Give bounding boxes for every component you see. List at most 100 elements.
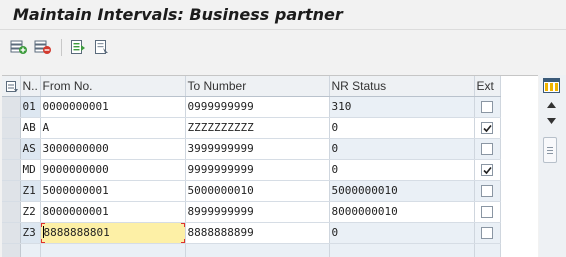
column-header-from-no[interactable]: From No. bbox=[40, 76, 186, 97]
ext-cell bbox=[474, 201, 501, 223]
change-details-button[interactable] bbox=[92, 37, 112, 57]
range-number-cell: AS bbox=[20, 138, 41, 160]
from-number-value: 8000000001 bbox=[42, 205, 109, 218]
range-number-cell: AB bbox=[20, 117, 41, 139]
range-number-cell: MD bbox=[20, 159, 41, 181]
row-selector[interactable] bbox=[2, 201, 21, 223]
nr-status-value: 5000000010 bbox=[331, 184, 398, 197]
ext-cell bbox=[474, 180, 501, 202]
row-selector[interactable] bbox=[2, 222, 21, 244]
row-selector[interactable] bbox=[2, 180, 21, 202]
nr-status-field[interactable]: 0 bbox=[329, 159, 475, 181]
row-selector[interactable] bbox=[2, 159, 21, 181]
change-details-icon bbox=[95, 40, 108, 54]
ext-checkbox[interactable] bbox=[481, 143, 493, 155]
range-number-cell: Z3 bbox=[20, 222, 41, 244]
column-header-ext[interactable]: Ext bbox=[474, 76, 501, 97]
to-number-field[interactable]: 0999999999 bbox=[185, 96, 330, 118]
ext-cell bbox=[474, 159, 501, 181]
nr-status-value: 0 bbox=[331, 226, 339, 239]
to-number-field[interactable]: ZZZZZZZZZZ bbox=[185, 117, 330, 139]
display-details-icon bbox=[71, 40, 85, 54]
table-row: AB A ZZZZZZZZZZ 0 bbox=[2, 117, 501, 139]
nr-status-value: 0 bbox=[331, 142, 339, 155]
table-row: 01 0000000001 0999999999 310 bbox=[2, 96, 501, 118]
table-row: MD 9000000000 9999999999 0 bbox=[2, 159, 501, 181]
from-number-value: 0000000001 bbox=[42, 100, 109, 113]
from-number-value: 3000000000 bbox=[42, 142, 109, 155]
to-number-field[interactable]: 8888888899 bbox=[185, 222, 330, 244]
column-settings-icon bbox=[543, 78, 560, 93]
nr-status-field[interactable]: 0 bbox=[329, 222, 475, 244]
row-selector[interactable] bbox=[2, 138, 21, 160]
range-number-cell: 01 bbox=[20, 96, 41, 118]
nr-status-field[interactable]: 310 bbox=[329, 96, 475, 118]
ext-checkbox[interactable] bbox=[481, 164, 493, 176]
table-header: N.. From No. To Number NR Status Ext bbox=[2, 76, 501, 97]
to-number-value: 0999999999 bbox=[187, 100, 254, 113]
ext-checkbox[interactable] bbox=[481, 227, 493, 239]
nr-status-field[interactable]: 8000000010 bbox=[329, 201, 475, 223]
table-side-panel bbox=[539, 75, 566, 257]
from-number-field[interactable]: 8000000001 bbox=[40, 201, 186, 223]
to-number-field[interactable]: 8999999999 bbox=[185, 201, 330, 223]
insert-row-icon bbox=[10, 40, 27, 54]
to-number-value: 8888888899 bbox=[187, 226, 254, 239]
empty-row bbox=[2, 243, 501, 257]
ext-checkbox[interactable] bbox=[481, 101, 493, 113]
scroll-up-button[interactable] bbox=[544, 98, 558, 112]
title-bar: Maintain Intervals: Business partner bbox=[0, 0, 566, 30]
to-number-field[interactable]: 3999999999 bbox=[185, 138, 330, 160]
from-number-field[interactable]: A bbox=[40, 117, 186, 139]
row-selector[interactable] bbox=[2, 96, 21, 118]
arrow-up-icon bbox=[546, 102, 556, 108]
table-row: Z3 8888888801 8888888899 0 bbox=[2, 222, 501, 244]
delete-row-icon bbox=[34, 40, 51, 54]
to-number-value: ZZZZZZZZZZ bbox=[187, 121, 254, 134]
scrollbar-thumb[interactable] bbox=[543, 137, 557, 163]
display-details-button[interactable] bbox=[68, 37, 88, 57]
to-number-value: 8999999999 bbox=[187, 205, 254, 218]
column-header-to-number[interactable]: To Number bbox=[185, 76, 330, 97]
column-header-number[interactable]: N.. bbox=[20, 76, 41, 97]
from-number-value: 5000000001 bbox=[42, 184, 109, 197]
row-selector[interactable] bbox=[2, 117, 21, 139]
nr-status-value: 0 bbox=[331, 163, 339, 176]
arrow-down-icon bbox=[546, 118, 556, 124]
from-number-field[interactable]: 8888888801 bbox=[40, 222, 186, 244]
ext-cell bbox=[474, 138, 501, 160]
column-settings-button[interactable] bbox=[543, 78, 560, 93]
from-number-value: A bbox=[42, 121, 50, 134]
nr-status-field[interactable]: 5000000010 bbox=[329, 180, 475, 202]
from-number-field[interactable]: 0000000001 bbox=[40, 96, 186, 118]
nr-status-field[interactable]: 0 bbox=[329, 138, 475, 160]
from-number-value: 9000000000 bbox=[42, 163, 109, 176]
to-number-field[interactable]: 5000000010 bbox=[185, 180, 330, 202]
ext-checkbox[interactable] bbox=[481, 206, 493, 218]
to-number-value: 9999999999 bbox=[187, 163, 254, 176]
scroll-down-button[interactable] bbox=[544, 114, 558, 128]
table-row: Z1 5000000001 5000000010 5000000010 bbox=[2, 180, 501, 202]
column-header-nr-status[interactable]: NR Status bbox=[329, 76, 475, 97]
insert-row-button[interactable] bbox=[9, 37, 29, 57]
to-number-value: 3999999999 bbox=[187, 142, 254, 155]
ext-cell bbox=[474, 222, 501, 244]
page-title: Maintain Intervals: Business partner bbox=[13, 5, 343, 24]
nr-status-field[interactable]: 0 bbox=[329, 117, 475, 139]
select-all-icon bbox=[5, 80, 18, 92]
table-row: AS 3000000000 3999999999 0 bbox=[2, 138, 501, 160]
ext-checkbox[interactable] bbox=[481, 185, 493, 197]
range-number-cell: Z1 bbox=[20, 180, 41, 202]
from-number-field[interactable]: 3000000000 bbox=[40, 138, 186, 160]
to-number-value: 5000000010 bbox=[187, 184, 254, 197]
ext-cell bbox=[474, 96, 501, 118]
delete-row-button[interactable] bbox=[33, 37, 53, 57]
ext-cell bbox=[474, 117, 501, 139]
from-number-value: 8888888801 bbox=[43, 226, 110, 239]
from-number-field[interactable]: 9000000000 bbox=[40, 159, 186, 181]
ext-checkbox[interactable] bbox=[481, 122, 493, 134]
select-all-button[interactable] bbox=[2, 76, 21, 97]
intervals-table: N.. From No. To Number NR Status Ext 01 0… bbox=[2, 75, 538, 257]
from-number-field[interactable]: 5000000001 bbox=[40, 180, 186, 202]
to-number-field[interactable]: 9999999999 bbox=[185, 159, 330, 181]
